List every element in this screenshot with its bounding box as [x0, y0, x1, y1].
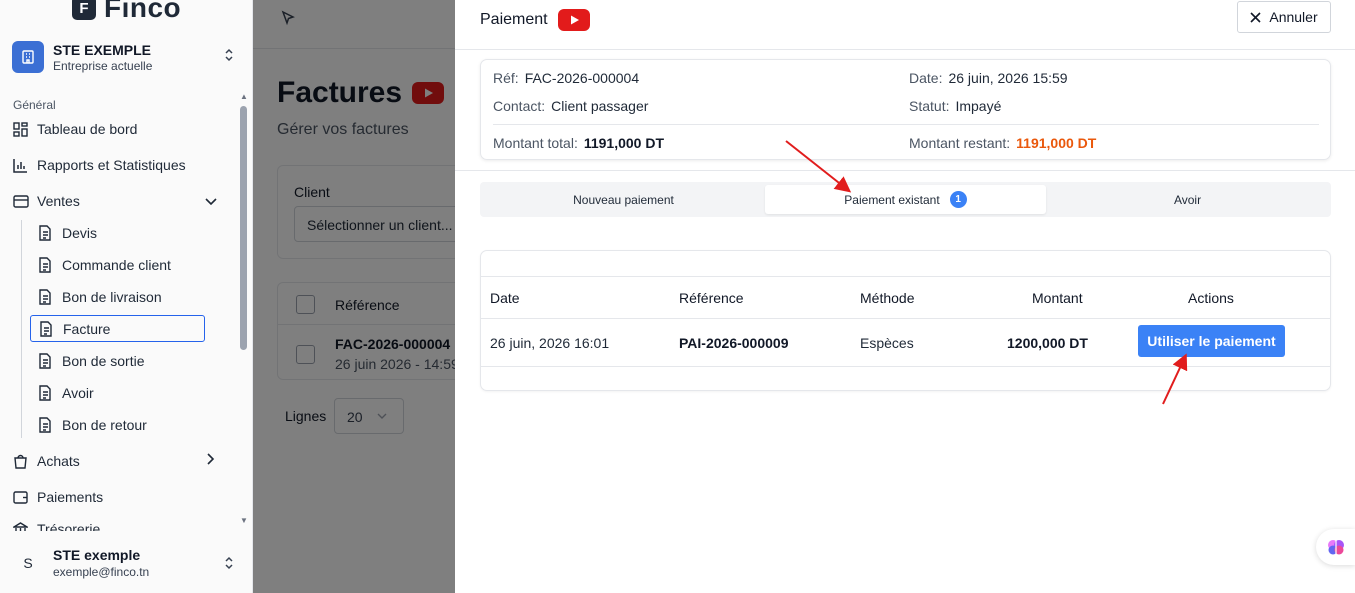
sidebar-item-paiements[interactable]: Paiements — [12, 485, 103, 509]
sidebar-scrollbar[interactable]: ▲ ▼ — [238, 92, 250, 528]
tab-existing-payment[interactable]: Paiement existant 1 — [765, 185, 1046, 214]
sidebar-item-label: Tableau de bord — [37, 121, 138, 137]
divider — [455, 170, 1355, 171]
sidebar-subitem-retour[interactable]: Bon de retour — [38, 413, 147, 437]
info-remaining: Montant restant: 1191,000 DT — [909, 135, 1097, 151]
sidebar-subitem-devis[interactable]: Devis — [38, 221, 97, 245]
payments-table-card: Date Référence Méthode Montant Actions 2… — [480, 250, 1331, 391]
sidebar-item-label: Ventes — [37, 193, 80, 209]
avatar: S — [23, 555, 33, 571]
user-email: exemple@finco.tn — [53, 565, 150, 579]
card-icon — [12, 193, 29, 210]
scroll-down-icon[interactable]: ▼ — [240, 516, 248, 525]
logo-text: Finco — [104, 0, 182, 23]
company-name: STE EXEMPLE — [53, 41, 152, 58]
submenu-guide-line — [21, 220, 22, 438]
use-payment-button[interactable]: Utiliser le paiement — [1138, 325, 1285, 357]
document-icon — [39, 225, 51, 241]
divider — [493, 124, 1319, 125]
bag-icon — [12, 453, 29, 470]
cancel-label: Annuler — [1269, 9, 1318, 25]
chevron-down-icon[interactable] — [205, 194, 217, 209]
youtube-icon[interactable] — [557, 9, 590, 31]
sidebar-item-tresorerie[interactable]: Trésorerie — [12, 521, 100, 531]
brain-icon — [1327, 540, 1344, 555]
sidebar-item-label: Paiements — [37, 489, 104, 505]
sidebar-item-reports[interactable]: Rapports et Statistiques — [12, 153, 186, 177]
sidebar-item-label: Trésorerie — [37, 521, 101, 531]
sidebar-subitem-label: Bon de retour — [62, 417, 147, 433]
info-status: Statut: Impayé — [909, 98, 1002, 114]
chevrons-updown-icon — [224, 556, 234, 571]
divider — [481, 318, 1330, 319]
document-icon — [39, 257, 51, 273]
app-logo[interactable]: F Finco — [72, 0, 181, 24]
document-icon — [39, 417, 51, 433]
payment-date: 26 juin, 2026 16:01 — [490, 335, 610, 351]
column-header-actions: Actions — [1188, 290, 1234, 306]
section-general: Général — [13, 98, 56, 112]
sidebar-item-dashboard[interactable]: Tableau de bord — [12, 117, 137, 141]
ai-assistant-button[interactable] — [1316, 529, 1355, 565]
payment-panel: Paiement Annuler Réf: FAC-2026-000004 Dat… — [455, 0, 1355, 593]
document-icon — [39, 385, 51, 401]
sidebar-subitem-label: Avoir — [62, 385, 94, 401]
count-badge: 1 — [949, 191, 967, 208]
payment-reference: PAI-2026-000009 — [679, 335, 789, 351]
bar-chart-icon — [12, 157, 29, 174]
info-total: Montant total: 1191,000 DT — [493, 135, 664, 151]
document-icon — [39, 289, 51, 305]
info-contact: Contact: Client passager — [493, 98, 649, 114]
sidebar-item-ventes[interactable]: Ventes — [12, 189, 80, 213]
document-icon — [40, 320, 52, 337]
invoice-summary-card: Réf: FAC-2026-000004 Date: 26 juin, 2026 1… — [480, 59, 1331, 160]
sidebar-subitem-avoir[interactable]: Avoir — [38, 381, 94, 405]
building-icon — [12, 41, 44, 73]
sidebar-item-achats[interactable]: Achats — [12, 449, 80, 473]
sidebar: F Finco STE EXEMPLE Entreprise actuelle … — [0, 0, 253, 593]
tab-credit[interactable]: Avoir — [1047, 185, 1328, 214]
scrollbar-thumb[interactable] — [240, 106, 247, 350]
payment-tabs: Nouveau paiement Paiement existant 1 Avo… — [480, 182, 1331, 217]
payment-method: Espèces — [860, 335, 914, 351]
sidebar-subitem-label: Bon de sortie — [62, 353, 145, 369]
tab-new-payment[interactable]: Nouveau paiement — [483, 185, 764, 214]
close-icon — [1250, 11, 1261, 23]
bank-icon — [12, 521, 29, 531]
payment-amount: 1200,000 DT — [1007, 335, 1088, 351]
chevron-right-icon[interactable] — [207, 453, 215, 468]
company-subtitle: Entreprise actuelle — [53, 58, 153, 73]
panel-title: Paiement — [480, 9, 590, 31]
logo-mark-icon: F — [72, 0, 96, 20]
chevrons-updown-icon — [224, 48, 234, 63]
company-switcher[interactable]: STE EXEMPLE Entreprise actuelle — [12, 40, 240, 74]
user-name: STE exemple — [53, 547, 141, 563]
sidebar-subitem-commande[interactable]: Commande client — [38, 253, 171, 277]
sidebar-subitem-label: Commande client — [62, 257, 171, 273]
column-header-method: Méthode — [860, 290, 915, 306]
scroll-up-icon[interactable]: ▲ — [240, 92, 248, 101]
column-header-date: Date — [490, 290, 520, 306]
document-icon — [39, 353, 51, 369]
panel-header: Paiement Annuler — [455, 0, 1355, 50]
sidebar-subitem-facture[interactable]: Facture — [30, 315, 205, 342]
sidebar-item-label: Rapports et Statistiques — [37, 157, 186, 173]
column-header-amount: Montant — [1032, 290, 1083, 306]
wallet-icon — [12, 489, 29, 506]
info-ref: Réf: FAC-2026-000004 — [493, 70, 640, 86]
column-header-reference: Référence — [679, 290, 744, 306]
sidebar-subitem-label: Devis — [62, 225, 98, 241]
sidebar-subitem-sortie[interactable]: Bon de sortie — [38, 349, 145, 373]
dashboard-icon — [12, 121, 29, 138]
user-menu[interactable]: S STE exemple exemple@finco.tn — [12, 540, 240, 586]
sidebar-subitem-livraison[interactable]: Bon de livraison — [38, 285, 162, 309]
sidebar-subitem-label: Bon de livraison — [62, 289, 162, 305]
panel-title-text: Paiement — [480, 11, 548, 28]
sidebar-item-label: Achats — [37, 453, 80, 469]
cancel-button[interactable]: Annuler — [1237, 1, 1331, 33]
info-date: Date: 26 juin, 2026 15:59 — [909, 70, 1068, 86]
sidebar-subitem-label: Facture — [63, 320, 111, 337]
